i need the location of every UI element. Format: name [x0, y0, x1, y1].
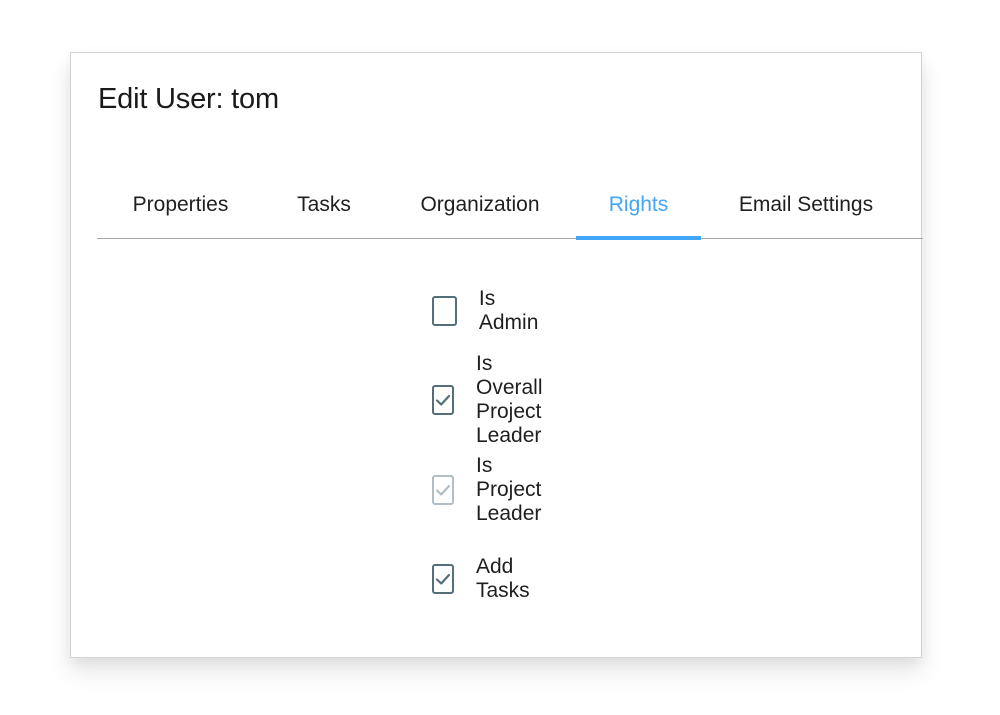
checkmark-icon [435, 484, 451, 496]
is-overall-project-leader-label: Is Overall Project Leader [476, 352, 543, 447]
checkmark-icon [435, 573, 451, 585]
option-add-tasks[interactable]: Add Tasks [432, 555, 538, 602]
tab-organization[interactable]: Organization [384, 171, 576, 238]
edit-user-dialog: Edit User: tom Properties Tasks Organiza… [70, 52, 923, 658]
is-project-leader-checkbox[interactable] [432, 475, 454, 505]
option-is-overall-project-leader[interactable]: Is Overall Project Leader [432, 352, 551, 447]
checkmark-icon [435, 394, 451, 406]
dialog-title: Edit User: tom [98, 83, 279, 115]
add-tasks-label: Add Tasks [476, 555, 530, 602]
option-is-project-leader[interactable]: Is Project Leader [432, 454, 549, 525]
option-is-admin[interactable]: Is Admin [432, 287, 544, 334]
add-tasks-checkbox[interactable] [432, 564, 454, 594]
tab-tasks[interactable]: Tasks [264, 171, 384, 238]
tab-properties[interactable]: Properties [97, 171, 264, 238]
is-overall-project-leader-checkbox[interactable] [432, 385, 454, 415]
tab-bar: Properties Tasks Organization Rights Ema… [97, 171, 923, 240]
is-admin-checkbox[interactable] [432, 296, 457, 326]
tab-email-settings[interactable]: Email Settings [701, 171, 911, 238]
is-project-leader-label: Is Project Leader [476, 454, 542, 525]
is-admin-label: Is Admin [478, 287, 539, 334]
tab-rights[interactable]: Rights [576, 171, 701, 240]
